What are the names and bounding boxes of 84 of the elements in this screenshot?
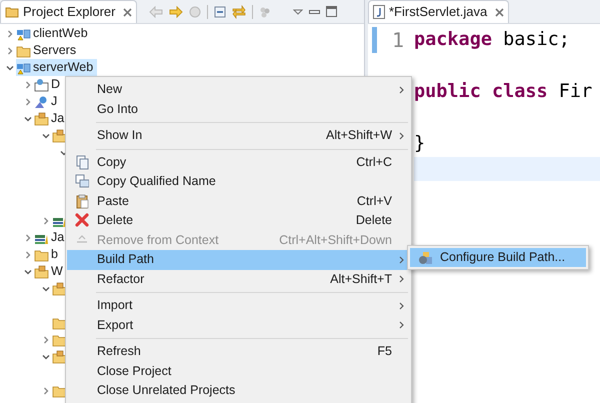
line-number: 1 bbox=[392, 27, 404, 54]
menu-item[interactable]: Copy Ctrl+C bbox=[67, 152, 410, 172]
tree-item[interactable]: Ja bbox=[34, 110, 68, 127]
tree-item[interactable]: serverWeb bbox=[16, 59, 98, 76]
chevron-icon[interactable] bbox=[42, 336, 50, 344]
chevron-icon[interactable] bbox=[42, 216, 50, 224]
chevron-icon[interactable] bbox=[24, 268, 32, 276]
tree-item[interactable]: clientWeb bbox=[16, 25, 92, 42]
tab-title: Project Explorer bbox=[23, 3, 116, 22]
package-folder-icon bbox=[52, 128, 67, 142]
code-line: public class Fir bbox=[414, 80, 592, 104]
folder-icon bbox=[34, 248, 49, 262]
tree-item[interactable]: J bbox=[34, 93, 62, 110]
chevron-icon[interactable] bbox=[6, 30, 14, 38]
close-icon[interactable] bbox=[123, 8, 132, 16]
project-icon bbox=[16, 26, 31, 40]
menu-item[interactable]: Refactor Alt+Shift+T bbox=[67, 270, 410, 289]
package-folder-icon bbox=[34, 264, 49, 278]
menu-item[interactable]: Close Unrelated Projects bbox=[67, 381, 410, 400]
code-line: package basic; bbox=[414, 28, 570, 52]
change-marker bbox=[372, 27, 377, 53]
tree-item[interactable]: Servers bbox=[16, 42, 80, 59]
minimize-icon[interactable] bbox=[309, 10, 320, 14]
package-folder-icon bbox=[52, 350, 67, 364]
folder-icon bbox=[52, 384, 67, 398]
build-path-icon bbox=[418, 250, 432, 264]
menu-item[interactable]: Configure Build Path... bbox=[410, 248, 586, 267]
java-file-icon bbox=[373, 5, 385, 19]
menu-item[interactable]: Refresh F5 bbox=[67, 342, 410, 362]
chevron-icon[interactable] bbox=[24, 114, 32, 122]
close-icon[interactable] bbox=[495, 8, 504, 16]
shortcut-label: Alt+Shift+T bbox=[330, 270, 392, 288]
chevron-icon[interactable] bbox=[42, 386, 50, 394]
shortcut-label: F5 bbox=[377, 343, 392, 360]
descriptor-icon bbox=[34, 78, 49, 92]
chevron-icon[interactable] bbox=[24, 250, 32, 258]
shortcut-label: Delete bbox=[356, 212, 392, 230]
copy-icon bbox=[75, 154, 89, 170]
folder-icon bbox=[5, 6, 19, 18]
shortcut-label: Ctrl+Alt+Shift+Down bbox=[279, 232, 392, 249]
maximize-icon[interactable] bbox=[326, 6, 338, 17]
editor-tab[interactable]: *FirstServlet.java bbox=[368, 0, 510, 23]
tree-item[interactable]: W bbox=[34, 263, 67, 280]
chevron-icon[interactable] bbox=[6, 46, 14, 54]
shortcut-label: Alt+Shift+W bbox=[326, 127, 392, 144]
shortcut-label: Ctrl+C bbox=[356, 154, 392, 171]
chevron-icon[interactable] bbox=[42, 284, 50, 292]
menu-item[interactable]: Close Project bbox=[67, 362, 410, 381]
chevron-icon[interactable] bbox=[24, 80, 32, 88]
chevron-icon[interactable] bbox=[42, 132, 50, 140]
menu-item[interactable]: Import bbox=[67, 296, 410, 316]
project-explorer-tab[interactable]: Project Explorer bbox=[0, 0, 138, 23]
chevron-icon[interactable] bbox=[24, 234, 32, 242]
menu-item[interactable]: Paste Ctrl+V bbox=[67, 192, 410, 211]
chevron-icon[interactable] bbox=[6, 64, 14, 72]
folder-icon bbox=[52, 332, 67, 346]
copy-icon bbox=[75, 174, 89, 190]
forward-arrow-icon[interactable] bbox=[169, 6, 184, 18]
tab-title: *FirstServlet.java bbox=[389, 3, 488, 22]
tree-item[interactable]: Ja bbox=[34, 229, 68, 246]
package-folder-icon bbox=[34, 112, 49, 126]
chevron-icon[interactable] bbox=[42, 352, 50, 360]
tree-item[interactable]: D bbox=[34, 76, 64, 93]
package-folder-icon bbox=[52, 282, 67, 296]
dots-icon[interactable] bbox=[259, 6, 272, 18]
menu-item[interactable]: New bbox=[67, 80, 410, 100]
project-icon bbox=[16, 60, 31, 74]
menu-item[interactable]: Build Path bbox=[67, 250, 410, 270]
code-line: } bbox=[414, 132, 426, 156]
view-menu-icon[interactable] bbox=[293, 8, 304, 14]
chevron-icon[interactable] bbox=[24, 98, 32, 106]
shortcut-label: Ctrl+V bbox=[356, 192, 392, 210]
menu-item[interactable]: Show In Alt+Shift+W bbox=[67, 126, 410, 146]
menu-item[interactable]: Copy Qualified Name bbox=[67, 172, 410, 192]
tree-item[interactable]: b bbox=[34, 246, 62, 263]
collapse-all-icon[interactable] bbox=[214, 6, 226, 18]
menu-item[interactable]: Go Into bbox=[67, 100, 410, 119]
clipboard-icon bbox=[75, 194, 89, 209]
delete-icon bbox=[75, 213, 89, 228]
menu-item[interactable]: Delete Delete bbox=[67, 211, 410, 230]
folder-icon bbox=[52, 316, 67, 330]
link-arrows-icon[interactable] bbox=[232, 4, 246, 18]
service-icon bbox=[34, 94, 49, 108]
menu-item[interactable]: Export bbox=[67, 316, 410, 335]
